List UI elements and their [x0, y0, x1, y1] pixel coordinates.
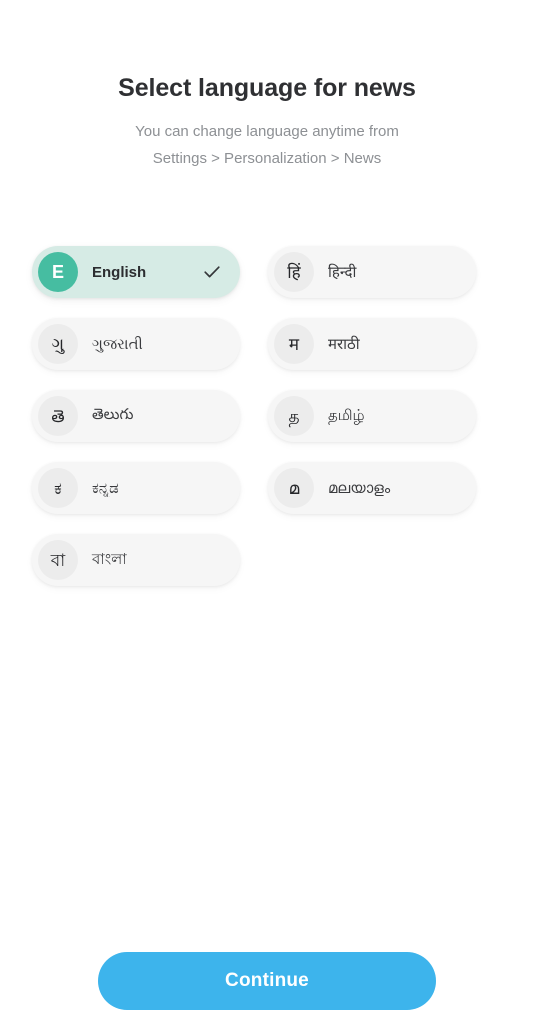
language-chip-bengali[interactable]: বা বাংলা [32, 534, 240, 586]
header: Select language for news You can change … [0, 72, 534, 172]
language-chip-malayalam[interactable]: മ മലയാളം [268, 462, 476, 514]
language-chip-hindi[interactable]: हिं हिन्दी [268, 246, 476, 298]
language-chip-label: हिन्दी [328, 264, 357, 281]
language-chip-label: தமிழ் [328, 406, 365, 424]
language-chip-gujarati[interactable]: ગુ ગુજરાતી [32, 318, 240, 370]
subtitle-line-2: Settings > Personalization > News [152, 150, 382, 167]
language-chip-label: ગુજરાતી [92, 335, 143, 353]
page-subtitle: You can change language anytime from Set… [0, 104, 534, 172]
language-initial-avatar: म [274, 324, 314, 364]
continue-button[interactable]: Continue [98, 952, 436, 1010]
language-initial-avatar: తె [38, 396, 78, 436]
language-chip-label: ಕನ್ನಡ [92, 479, 119, 497]
subtitle-line-1: You can change language anytime from [135, 123, 399, 140]
language-chip-label: English [92, 263, 147, 281]
page-title: Select language for news [118, 74, 416, 102]
language-initial-avatar: ગુ [38, 324, 78, 364]
language-initial-avatar: ಕ [38, 468, 78, 508]
footer: Continue [0, 952, 534, 1010]
language-chip-label: తెలుగు [92, 405, 134, 423]
language-initial-avatar: हिं [274, 252, 314, 292]
language-initial-avatar: E [38, 252, 78, 292]
language-chip-kannada[interactable]: ಕ ಕನ್ನಡ [32, 462, 240, 514]
language-chip-marathi[interactable]: म मराठी [268, 318, 476, 370]
language-selection-screen: Select language for news You can change … [0, 0, 534, 1024]
language-chip-telugu[interactable]: తె తెలుగు [32, 390, 240, 442]
language-chip-label: മലയാളം [328, 479, 391, 497]
language-chip-english[interactable]: E English [32, 246, 240, 298]
language-initial-avatar: த [274, 396, 314, 436]
language-chip-tamil[interactable]: த தமிழ் [268, 390, 476, 442]
language-grid: E English हिं हिन्दी ગુ ગુજરાતી म मराठी … [32, 246, 476, 586]
language-chip-label: বাংলা [92, 550, 127, 568]
language-chip-label: मराठी [328, 336, 360, 353]
check-icon [198, 258, 226, 286]
language-initial-avatar: മ [274, 468, 314, 508]
language-initial-avatar: বা [38, 540, 78, 580]
